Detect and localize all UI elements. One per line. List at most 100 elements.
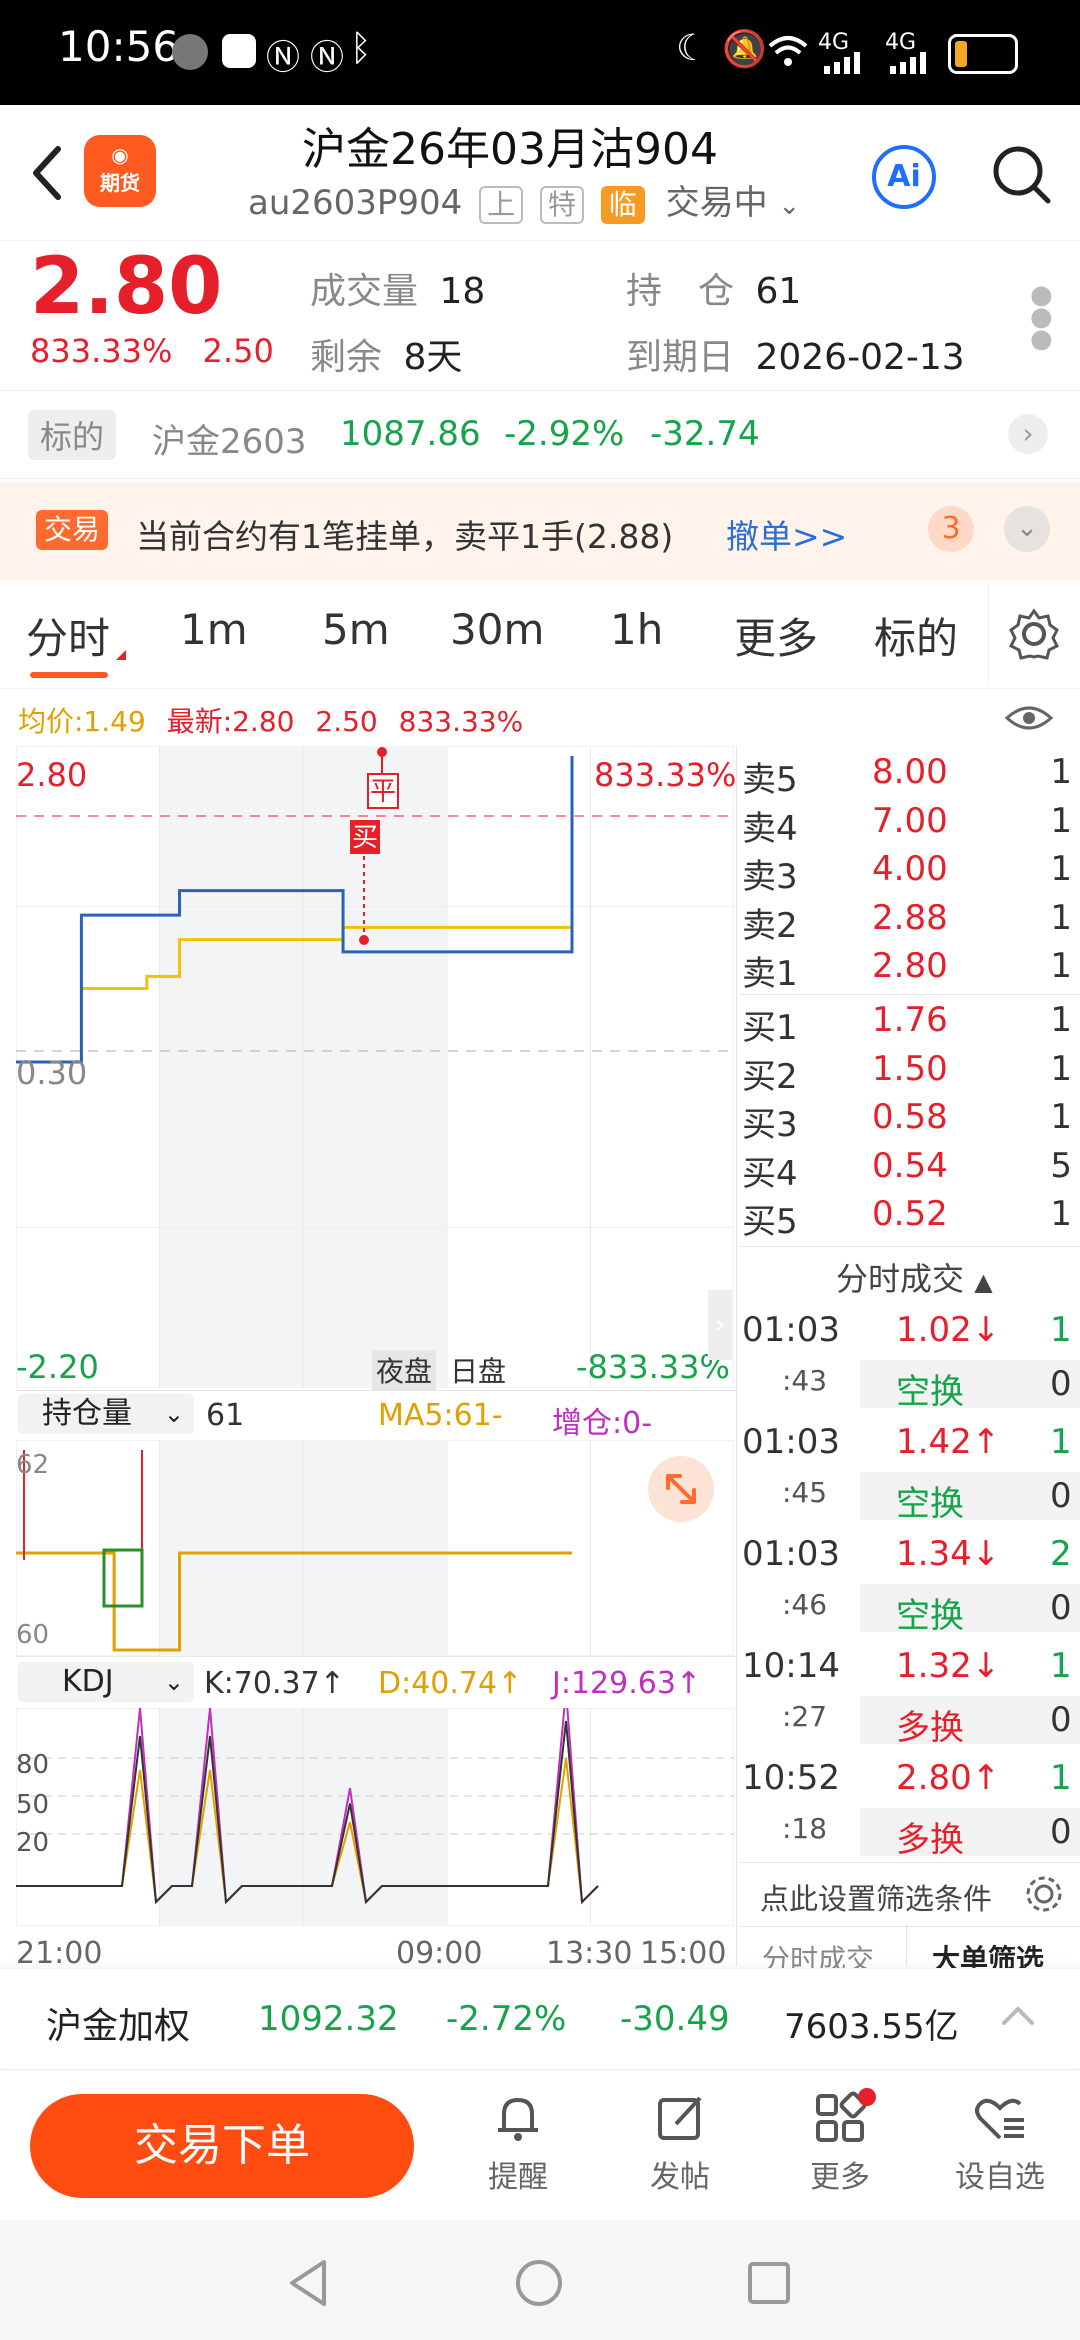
more-button[interactable]: 更多: [770, 2088, 910, 2196]
filter-gear-icon[interactable]: [1024, 1874, 1064, 1914]
ticks-header[interactable]: 分时成交 ▲: [836, 1254, 993, 1300]
filter-separator: [740, 1862, 1080, 1863]
ask-row[interactable]: 卖1 2.80 1: [742, 946, 1072, 994]
tick-type-row: [860, 1808, 1080, 1856]
ask-volume: 1: [1050, 849, 1072, 889]
post-button[interactable]: 发帖: [610, 2090, 750, 2196]
bid-row[interactable]: 买5 0.52 1: [742, 1194, 1072, 1242]
mute-icon: 🔕: [722, 29, 767, 70]
ask-row[interactable]: 卖3 4.00 1: [742, 849, 1072, 897]
y-label-bottom: -2.20: [16, 1348, 99, 1386]
chevron-right-icon[interactable]: ›: [1008, 414, 1048, 454]
index-price: 1092.32: [258, 1999, 399, 2039]
bid-volume: 1: [1050, 1048, 1072, 1089]
search-icon[interactable]: [990, 143, 1054, 207]
bid-row[interactable]: 买4 0.54 5: [742, 1146, 1072, 1194]
underlying-row[interactable]: 标的 沪金2603 1087.86 -2.92% -32.74 ›: [0, 392, 1080, 476]
chart-info-bar: 均价:1.49 最新:2.80 2.50 833.33%: [18, 700, 523, 740]
collapse-chevron-icon[interactable]: ⌄: [1004, 506, 1050, 552]
remaining-label: 剩余: [310, 337, 383, 378]
tick-time: 01:03: [742, 1310, 840, 1350]
expand-panel-handle[interactable]: ›: [708, 1290, 732, 1360]
app-notification-icon: [222, 34, 256, 68]
price-change-pct: 833.33%: [30, 332, 173, 370]
expiry-label: 到期日: [626, 337, 735, 378]
ticks-header-label: 分时成交: [836, 1260, 965, 1298]
tick-type-volume: 0: [1050, 1588, 1072, 1628]
tick-type-volume: 0: [1050, 1812, 1072, 1852]
kdj-chart[interactable]: [16, 1708, 734, 1926]
tick-type-volume: 0: [1050, 1700, 1072, 1740]
tab-active-indicator: [30, 672, 108, 678]
tab-intraday-corner-icon: [116, 650, 126, 660]
notice-tag: 交易: [36, 510, 109, 550]
add-watchlist-button[interactable]: 设自选: [930, 2090, 1070, 2196]
pending-order-notice: 交易 当前合约有1笔挂单，卖平1手(2.88) 撤单>> 3 ⌄: [0, 482, 1080, 580]
avatar-icon: [172, 34, 208, 70]
session-night-label[interactable]: 夜盘: [372, 1350, 437, 1390]
indicator-select-kdj[interactable]: KDJ ⌄: [18, 1662, 194, 1702]
bid-price: 1.50: [872, 1048, 948, 1089]
ask-row[interactable]: 卖5 8.00 1: [742, 752, 1072, 800]
more-vertical-icon[interactable]: ● ● ●: [1030, 282, 1053, 352]
remaining-value: 8天: [403, 337, 463, 378]
bid-price: 0.54: [872, 1145, 948, 1186]
tab-1m[interactable]: 1m: [180, 605, 248, 654]
tag-exchange: 上: [479, 186, 524, 224]
close-point: [377, 747, 387, 757]
ai-button[interactable]: Ai: [872, 145, 936, 209]
bid-row[interactable]: 买3 0.58 1: [742, 1097, 1072, 1145]
index-amount: 7603.55亿: [784, 2007, 959, 2047]
bid-price: 0.58: [872, 1097, 948, 1137]
notice-count-badge[interactable]: 3: [928, 506, 974, 552]
ask-price: 8.00: [872, 752, 948, 792]
tick-seconds: :27: [782, 1700, 828, 1733]
tab-30m[interactable]: 30m: [450, 605, 544, 654]
last-change-label: 2.50: [315, 705, 378, 738]
chevron-down-icon[interactable]: ⌄: [778, 191, 800, 221]
index-name: 沪金加权: [46, 2006, 191, 2047]
weighted-index-bar[interactable]: 沪金加权 1092.32 -2.72% -30.49 7603.55亿: [0, 1968, 1080, 2070]
header: ◉ 期货 沪金26年03月沽904 au2603P904 上 特 临 交易中 ⌄…: [0, 105, 1080, 241]
open-interest-chart[interactable]: [16, 1440, 734, 1656]
buy-point: [359, 935, 369, 945]
tab-underlying[interactable]: 标的: [874, 605, 958, 666]
wifi-icon: [768, 36, 808, 66]
cancel-order-link[interactable]: 撤单>>: [726, 510, 847, 558]
bid-row[interactable]: 买2 1.50 1: [742, 1049, 1072, 1097]
y-label-top-pct: 833.33%: [594, 756, 737, 794]
moon-icon: ☾: [676, 28, 709, 69]
nav-recents-icon[interactable]: [746, 2260, 792, 2306]
heart-list-icon: [975, 2098, 1024, 2140]
indicator-select-oi[interactable]: 持仓量 ⌄: [18, 1394, 194, 1434]
intraday-chart[interactable]: 买平: [16, 746, 734, 1388]
tag-special: 特: [539, 186, 584, 224]
chevron-up-icon[interactable]: [1000, 2003, 1036, 2027]
settings-gear-icon[interactable]: [1008, 608, 1060, 660]
tab-1h[interactable]: 1h: [610, 605, 663, 654]
index-pct: -2.72%: [446, 1999, 567, 2039]
filter-condition-link[interactable]: 点此设置筛选条件: [760, 1876, 992, 1918]
tab-5m[interactable]: 5m: [322, 605, 390, 654]
volume-stat: 成交量 18: [310, 262, 485, 314]
nav-back-icon[interactable]: [286, 2258, 330, 2308]
ask-level: 卖1: [742, 954, 798, 994]
tick-type: 空换: [896, 1484, 964, 1524]
nav-home-icon[interactable]: [514, 2258, 564, 2308]
orderbook-divider: [736, 746, 737, 1966]
back-icon[interactable]: [28, 145, 64, 201]
tick-seconds: :18: [782, 1812, 828, 1845]
ask-row[interactable]: 卖2 2.88 1: [742, 898, 1072, 946]
bid-row[interactable]: 买1 1.76 1: [742, 1000, 1072, 1048]
ask-row[interactable]: 卖4 7.00 1: [742, 801, 1072, 849]
eye-icon[interactable]: [1004, 700, 1054, 736]
remind-button[interactable]: 提醒: [448, 2090, 588, 2196]
tab-more[interactable]: 更多: [734, 605, 818, 666]
tick-type-row: [860, 1696, 1080, 1744]
tick-seconds: :45: [782, 1476, 828, 1509]
tab-intraday[interactable]: 分时: [26, 605, 110, 666]
expand-arrows-icon[interactable]: [648, 1456, 714, 1522]
tick-volume: 1: [1050, 1646, 1072, 1686]
session-day-label[interactable]: 日盘: [450, 1350, 506, 1390]
trade-order-button[interactable]: 交易下单: [30, 2094, 414, 2198]
